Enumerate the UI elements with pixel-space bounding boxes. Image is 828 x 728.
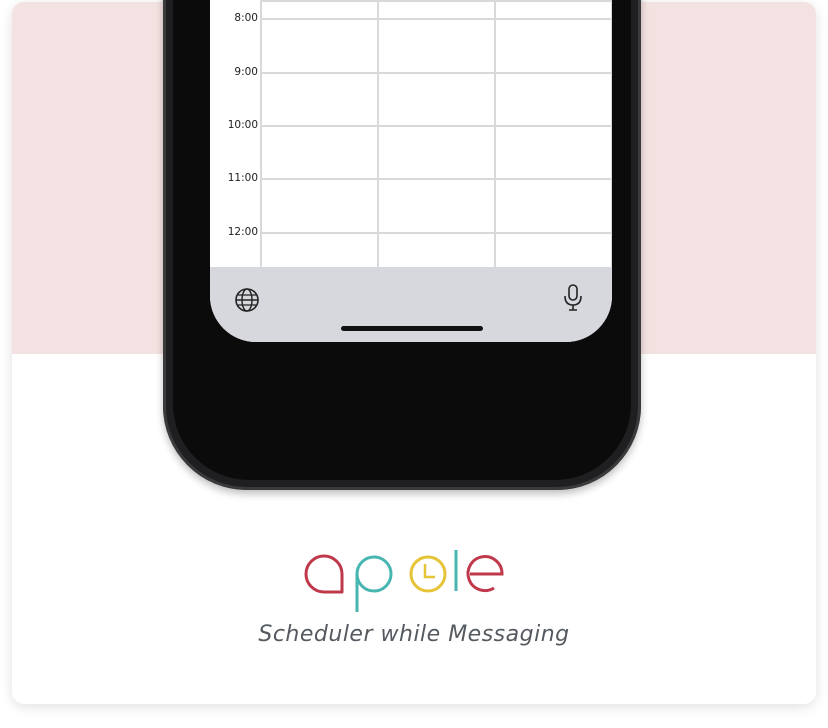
grid-divider <box>494 0 496 267</box>
time-label: 9:00 <box>234 66 258 78</box>
apole-logo <box>304 540 524 620</box>
calendar-grid[interactable]: 8:00 9:00 10:00 11:00 12:00 <box>210 0 612 267</box>
tagline: Scheduler while Messaging <box>258 622 570 647</box>
grid-line <box>260 178 612 180</box>
grid-line <box>260 72 612 74</box>
grid-divider <box>377 0 379 267</box>
home-indicator[interactable] <box>341 326 483 331</box>
time-label: 12:00 <box>227 226 258 238</box>
time-label: 8:00 <box>234 12 258 24</box>
grid-line <box>260 18 612 20</box>
phone-bezel: A 8月 火 25 水 26 木 27 <box>173 0 631 480</box>
phone-screen: A 8月 火 25 水 26 木 27 <box>210 0 612 342</box>
time-label: 11:00 <box>227 172 258 184</box>
grid-line <box>260 0 612 2</box>
grid-divider <box>611 0 612 267</box>
globe-icon[interactable] <box>234 287 260 317</box>
time-label: 10:00 <box>227 119 258 131</box>
phone-frame: A 8月 火 25 水 26 木 27 <box>163 0 641 490</box>
grid-line <box>260 125 612 127</box>
microphone-icon[interactable] <box>562 283 584 317</box>
grid-line <box>260 232 612 234</box>
grid-divider <box>260 0 262 267</box>
